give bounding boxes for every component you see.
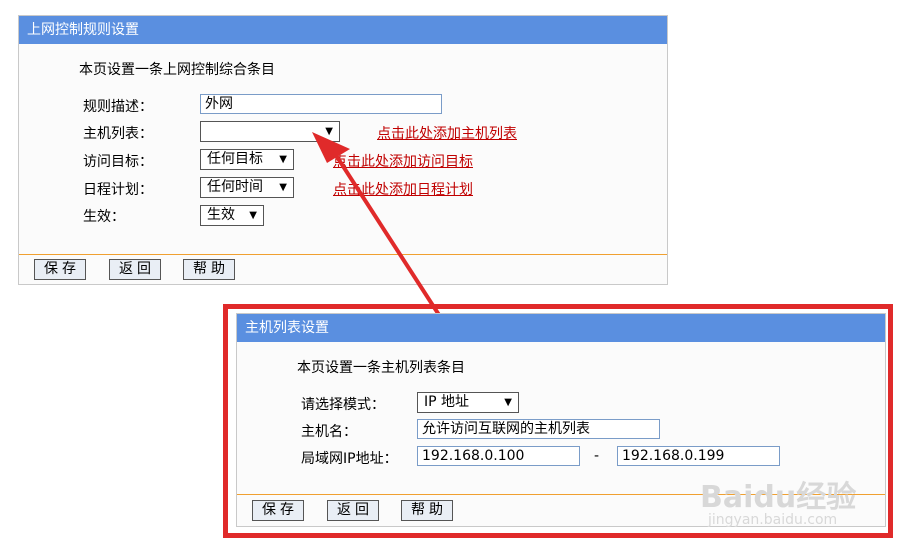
dropdown-arrow-icon: ▼ (279, 182, 287, 193)
ip-end-input[interactable]: 192.168.0.199 (617, 446, 780, 466)
ip-range-separator: - (594, 448, 600, 464)
mode-select[interactable]: IP 地址 ▼ (417, 392, 519, 413)
rule-settings-panel: 上网控制规则设置 本页设置一条上网控制综合条目 规则描述： 外网 主机列表： ▼… (18, 15, 668, 285)
hostname-input[interactable]: 允许访问互联网的主机列表 (417, 419, 660, 439)
back-button[interactable]: 返回 (327, 500, 379, 521)
schedule-label: 日程计划： (83, 182, 153, 198)
panel-title: 上网控制规则设置 (19, 16, 667, 44)
schedule-value: 任何时间 (207, 179, 263, 195)
save-button[interactable]: 保存 (252, 500, 304, 521)
effect-select[interactable]: 生效 ▼ (200, 205, 264, 226)
save-button[interactable]: 保存 (34, 259, 86, 280)
add-host-list-link[interactable]: 点击此处添加主机列表 (377, 123, 517, 143)
target-select[interactable]: 任何目标 ▼ (200, 149, 294, 170)
host-list-label: 主机列表： (83, 126, 153, 142)
host-list-select[interactable]: ▼ (200, 121, 340, 142)
effect-label: 生效： (83, 209, 125, 225)
rule-desc-label: 规则描述： (83, 99, 153, 115)
panel-description: 本页设置一条主机列表条目 (297, 360, 465, 376)
back-button[interactable]: 返回 (109, 259, 161, 280)
footer-divider (19, 254, 667, 255)
dropdown-arrow-icon: ▼ (504, 397, 512, 408)
help-button[interactable]: 帮助 (183, 259, 235, 280)
lan-ip-label: 局域网IP地址： (301, 451, 398, 467)
mode-label: 请选择模式： (301, 397, 385, 413)
add-target-link[interactable]: 点击此处添加访问目标 (333, 151, 473, 171)
schedule-select[interactable]: 任何时间 ▼ (200, 177, 294, 198)
panel-description: 本页设置一条上网控制综合条目 (79, 62, 275, 78)
target-label: 访问目标： (83, 154, 153, 170)
dropdown-arrow-icon: ▼ (249, 210, 257, 221)
help-button[interactable]: 帮助 (401, 500, 453, 521)
rule-desc-input[interactable]: 外网 (200, 94, 442, 114)
target-value: 任何目标 (207, 151, 263, 167)
add-schedule-link[interactable]: 点击此处添加日程计划 (333, 179, 473, 199)
dropdown-arrow-icon: ▼ (279, 154, 287, 165)
watermark-url: jingyan.baidu.com (708, 512, 838, 528)
panel-title: 主机列表设置 (237, 314, 885, 342)
ip-start-input[interactable]: 192.168.0.100 (417, 446, 580, 466)
mode-value: IP 地址 (424, 394, 470, 410)
watermark-logo: Baidu经验 (700, 480, 857, 515)
effect-value: 生效 (207, 207, 235, 223)
dropdown-arrow-icon: ▼ (325, 126, 333, 137)
hostname-label: 主机名： (301, 424, 357, 440)
